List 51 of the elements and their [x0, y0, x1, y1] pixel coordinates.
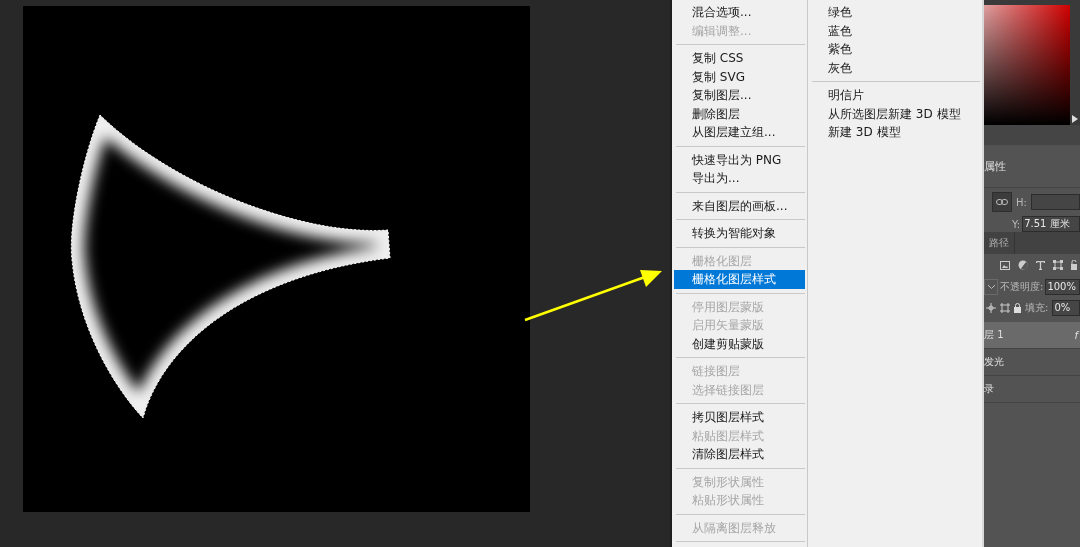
layer-row[interactable]: 层 1 f [984, 322, 1080, 349]
menu-item[interactable]: 混合选项... [674, 3, 805, 22]
menu-item[interactable]: 拷贝图层样式 [674, 408, 805, 427]
menu-item[interactable]: 复制 CSS [674, 49, 805, 68]
menu-item[interactable]: 转换为智能对象 [674, 224, 805, 243]
layer-name: 层 1 [984, 328, 1004, 342]
menu-item[interactable]: 导出为... [674, 169, 805, 188]
layer-name: 发光 [984, 355, 1004, 369]
opacity-label: 不透明度: [1000, 279, 1044, 294]
text-icon[interactable] [1036, 260, 1045, 270]
link-button[interactable] [992, 192, 1012, 212]
menu-item[interactable]: 绿色 [810, 3, 980, 22]
menu-item[interactable]: 清除图层样式 [674, 445, 805, 464]
link-icon [996, 199, 1008, 205]
blend-mode-dropdown[interactable] [984, 278, 998, 295]
menu-item[interactable]: 新建 3D 模型 [810, 123, 980, 142]
lock-icon[interactable] [1014, 302, 1021, 313]
transform-icon[interactable] [1053, 260, 1063, 270]
layer-row[interactable]: 录 [984, 376, 1080, 403]
menu-item[interactable]: 来自图层的画板... [674, 196, 805, 215]
lock-icon[interactable] [1071, 260, 1077, 270]
menu-item[interactable]: 明信片 [810, 86, 980, 105]
menu-item[interactable]: 栅格化图层样式 [674, 270, 805, 289]
effects-label: f [1074, 329, 1078, 341]
menu-item[interactable]: 复制图层... [674, 86, 805, 105]
fill-field[interactable]: 0% [1052, 299, 1080, 316]
artboard-icon[interactable] [1000, 302, 1010, 313]
fill-label: 填充: [1025, 300, 1049, 315]
menu-item[interactable]: 快速导出为 PNG [674, 150, 805, 169]
move-icon[interactable] [986, 302, 996, 313]
menu-item[interactable]: 删除图层 [674, 104, 805, 123]
menu-item[interactable]: 从图层建立组... [674, 123, 805, 142]
menu-item[interactable]: 复制 SVG [674, 67, 805, 86]
image-icon[interactable] [1000, 260, 1010, 270]
menu-item[interactable]: 从所选图层新建 3D 模型 [810, 104, 980, 123]
chevron-down-icon [988, 284, 995, 289]
y-label: Y: [1012, 218, 1021, 230]
triangle-icon[interactable] [1072, 115, 1078, 123]
layer-name: 录 [984, 382, 994, 396]
color-picker-field[interactable] [984, 5, 1070, 125]
layer-row[interactable]: 发光 [984, 349, 1080, 376]
h-label: H: [1016, 196, 1027, 208]
menu-item[interactable]: 蓝色 [810, 21, 980, 40]
menu-item[interactable]: 创建剪贴蒙版 [674, 334, 805, 353]
y-field[interactable]: 7.51 厘米 [1022, 216, 1080, 232]
opacity-field[interactable]: 100% [1045, 278, 1080, 295]
panel-title: 属性 [984, 158, 1006, 174]
menu-item[interactable]: 灰色 [810, 58, 980, 77]
menu-item[interactable]: 紫色 [810, 40, 980, 59]
height-field[interactable] [1030, 194, 1080, 210]
half-circle-icon[interactable] [1018, 260, 1028, 270]
